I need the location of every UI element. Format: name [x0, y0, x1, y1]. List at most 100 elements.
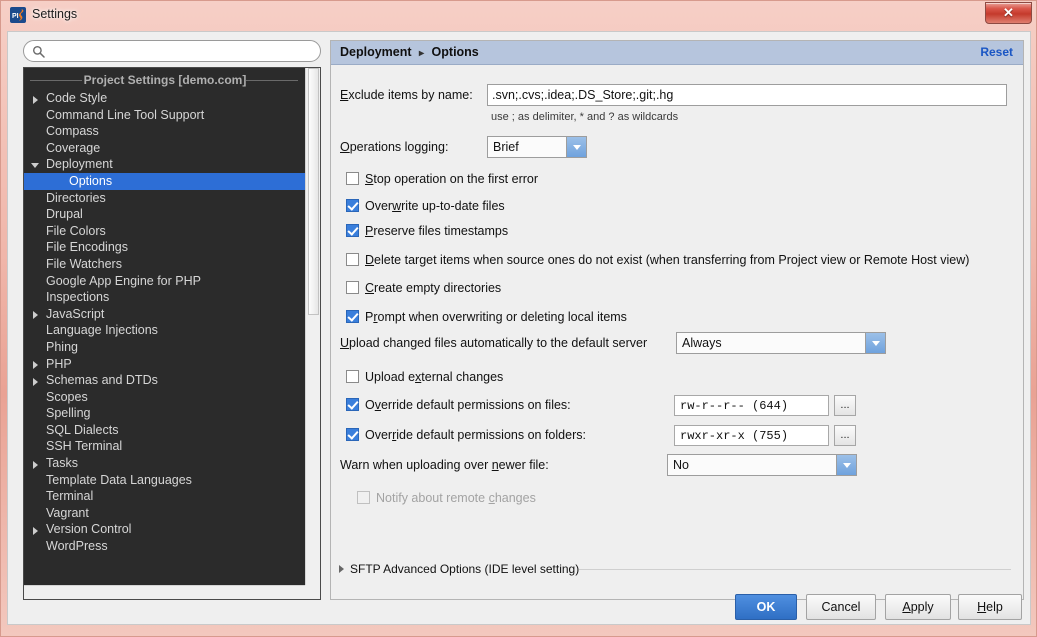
- settings-window: PI Settings ✕ Project Settings [demo.com…: [0, 0, 1037, 637]
- sidebar-item-file-colors[interactable]: File Colors: [24, 223, 306, 240]
- override-files-browse-button[interactable]: ...: [834, 395, 856, 416]
- operations-logging-label-rest: perations logging:: [349, 140, 449, 154]
- stop-on-first-error-label: Stop operation on the first error: [365, 172, 539, 186]
- sidebar-item-label: Compass: [46, 124, 99, 139]
- sidebar-item-schemas-and-dtds[interactable]: Schemas and DTDs: [24, 372, 306, 389]
- operations-logging-label: Operations logging:: [340, 140, 449, 154]
- deployment-options-form: Exclude items by name: use ; as delimite…: [331, 66, 1023, 600]
- tree-vertical-scrollbar[interactable]: [305, 68, 320, 585]
- sidebar-item-coverage[interactable]: Coverage: [24, 140, 306, 157]
- sftp-advanced-options-label: SFTP Advanced Options (IDE level setting…: [350, 562, 580, 576]
- override-folders-browse-button[interactable]: ...: [834, 425, 856, 446]
- sidebar-item-label: Deployment: [46, 157, 113, 172]
- sidebar-item-label: Inspections: [46, 290, 110, 305]
- cancel-button[interactable]: Cancel: [806, 594, 876, 620]
- sidebar-item-version-control[interactable]: Version Control: [24, 521, 306, 538]
- upload-external-changes-checkbox[interactable]: [346, 370, 359, 383]
- dialog-client-area: Project Settings [demo.com] Code Style Co…: [7, 31, 1031, 625]
- sidebar-item-directories[interactable]: Directories: [24, 190, 306, 207]
- override-folders-checkbox[interactable]: [346, 428, 359, 441]
- sidebar-item-template-data-languages[interactable]: Template Data Languages: [24, 472, 306, 489]
- tree-scrollbar-corner: [305, 585, 320, 599]
- sidebar-item-label: SQL Dialects: [46, 422, 119, 437]
- apply-button[interactable]: Apply: [885, 594, 951, 620]
- sidebar-item-label: File Watchers: [46, 256, 122, 271]
- sidebar-item-sql-dialects[interactable]: SQL Dialects: [24, 422, 306, 439]
- sidebar-item-phing[interactable]: Phing: [24, 339, 306, 356]
- stop-on-first-error-checkbox[interactable]: [346, 172, 359, 185]
- sidebar-item-label: Scopes: [46, 389, 88, 404]
- sidebar-item-vagrant[interactable]: Vagrant: [24, 505, 306, 522]
- chevron-right-icon[interactable]: [33, 460, 38, 469]
- chevron-right-icon[interactable]: [33, 311, 38, 320]
- sidebar-item-drupal[interactable]: Drupal: [24, 206, 306, 223]
- exclude-items-label-rest: xclude items by name:: [348, 88, 473, 102]
- create-empty-directories-checkbox[interactable]: [346, 281, 359, 294]
- delete-target-items-checkbox[interactable]: [346, 253, 359, 266]
- sidebar-item-deployment[interactable]: Deployment: [24, 156, 306, 173]
- sidebar-item-label: SSH Terminal: [46, 439, 123, 454]
- sidebar-item-inspections[interactable]: Inspections: [24, 289, 306, 306]
- sidebar-item-php[interactable]: PHP: [24, 356, 306, 373]
- exclude-items-input[interactable]: [487, 84, 1007, 106]
- search-icon: [32, 45, 45, 58]
- reset-link[interactable]: Reset: [980, 45, 1013, 59]
- ok-button[interactable]: OK: [735, 594, 797, 620]
- warn-newer-label: Warn when uploading over newer file:: [340, 458, 549, 472]
- settings-search-box[interactable]: [23, 40, 321, 62]
- preserve-timestamps-checkbox[interactable]: [346, 224, 359, 237]
- warn-newer-combo[interactable]: No: [667, 454, 857, 476]
- sidebar-item-tasks[interactable]: Tasks: [24, 455, 306, 472]
- prompt-overwrite-checkbox[interactable]: [346, 310, 359, 323]
- sidebar-item-wordpress[interactable]: WordPress: [24, 538, 306, 555]
- sidebar-item-label: JavaScript: [46, 306, 105, 321]
- sidebar-item-label: Coverage: [46, 140, 101, 155]
- help-button[interactable]: Help: [958, 594, 1022, 620]
- sidebar-item-google-app-engine-for-php[interactable]: Google App Engine for PHP: [24, 273, 306, 290]
- chevron-right-icon[interactable]: [33, 526, 38, 535]
- warn-newer-dropdown-arrow[interactable]: [836, 455, 856, 475]
- breadcrumb: Deployment ▸ Options: [340, 45, 479, 59]
- sidebar-item-label: Phing: [46, 339, 78, 354]
- tree-horizontal-scrollbar[interactable]: [24, 585, 306, 599]
- chevron-right-icon[interactable]: [33, 377, 38, 386]
- overwrite-up-to-date-checkbox[interactable]: [346, 199, 359, 212]
- settings-tree-list[interactable]: Project Settings [demo.com] Code Style Co…: [24, 68, 306, 599]
- sidebar-item-ssh-terminal[interactable]: SSH Terminal: [24, 438, 306, 455]
- operations-logging-value: Brief: [493, 140, 519, 154]
- sidebar-item-language-injections[interactable]: Language Injections: [24, 322, 306, 339]
- tree-group-header-label: Project Settings [demo.com]: [83, 73, 247, 87]
- sidebar-item-file-watchers[interactable]: File Watchers: [24, 256, 306, 273]
- chevron-right-icon[interactable]: [33, 95, 38, 104]
- chevron-right-icon[interactable]: [33, 361, 38, 369]
- sidebar-item-command-line-tool-support[interactable]: Command Line Tool Support: [24, 107, 306, 124]
- sidebar-item-compass[interactable]: Compass: [24, 123, 306, 140]
- override-folders-label: Override default permissions on folders:: [365, 428, 586, 442]
- sidebar-item-label: Drupal: [46, 207, 83, 222]
- upload-auto-combo[interactable]: Always: [676, 332, 886, 354]
- sidebar-item-options[interactable]: Options: [24, 172, 306, 190]
- close-button[interactable]: ✕: [985, 2, 1032, 24]
- sidebar-item-code-style[interactable]: Code Style: [24, 90, 306, 107]
- operations-logging-combo[interactable]: Brief: [487, 136, 587, 158]
- sftp-advanced-options-expander[interactable]: SFTP Advanced Options (IDE level setting…: [339, 561, 1015, 577]
- override-files-input[interactable]: [674, 395, 829, 416]
- sidebar-item-label: File Encodings: [46, 240, 128, 255]
- notify-remote-changes-checkbox: [357, 491, 370, 504]
- sidebar-item-label: Tasks: [46, 456, 78, 471]
- preserve-timestamps-label: Preserve files timestamps: [365, 224, 509, 238]
- upload-auto-dropdown-arrow[interactable]: [865, 333, 885, 353]
- sidebar-item-file-encodings[interactable]: File Encodings: [24, 239, 306, 256]
- sidebar-item-label: Spelling: [46, 406, 91, 421]
- tree-vertical-scrollbar-thumb[interactable]: [308, 68, 319, 315]
- operations-logging-dropdown-arrow[interactable]: [566, 137, 586, 157]
- sidebar-item-javascript[interactable]: JavaScript: [24, 306, 306, 323]
- sidebar-item-label: Directories: [46, 190, 106, 205]
- sidebar-item-terminal[interactable]: Terminal: [24, 488, 306, 505]
- override-folders-input[interactable]: [674, 425, 829, 446]
- chevron-down-icon[interactable]: [31, 162, 39, 168]
- sidebar-item-scopes[interactable]: Scopes: [24, 389, 306, 406]
- sidebar-item-spelling[interactable]: Spelling: [24, 405, 306, 422]
- search-input[interactable]: [49, 43, 315, 62]
- override-files-checkbox[interactable]: [346, 398, 359, 411]
